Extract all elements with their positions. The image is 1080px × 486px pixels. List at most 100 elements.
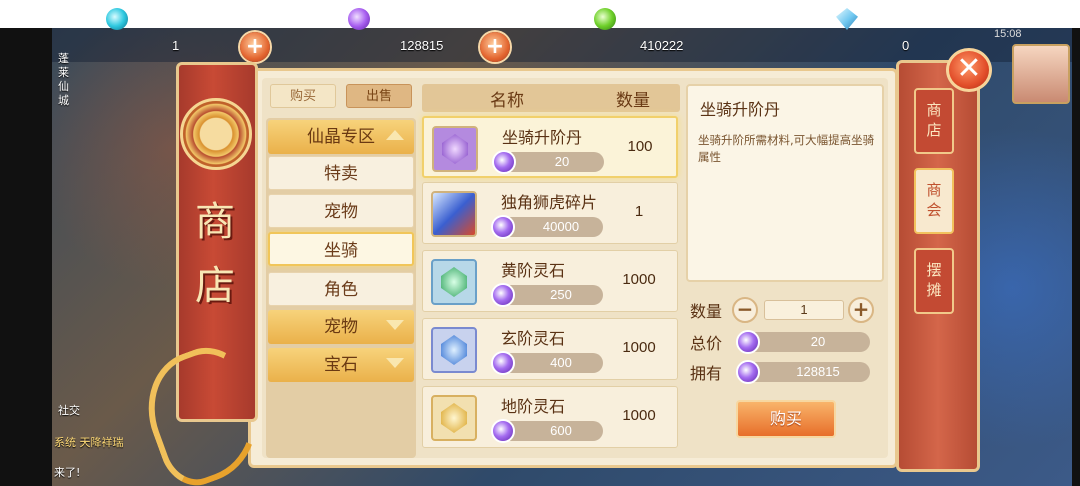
item-price: 40000 — [491, 215, 603, 239]
tab-sell[interactable]: 出售 — [346, 84, 412, 108]
item-quantity: 1000 — [622, 339, 656, 356]
purple-orb-icon — [491, 215, 515, 239]
tab-buy[interactable]: 购买 — [270, 84, 336, 108]
tab-label: 商店 — [926, 101, 942, 139]
item-name: 黄阶灵石 — [501, 261, 566, 280]
category-label: 宝石 — [324, 355, 358, 375]
purple-orb-icon — [348, 8, 370, 30]
tab-stall[interactable]: 摆摊 — [914, 248, 954, 314]
list-item[interactable]: 地阶灵石 600 1000 — [422, 386, 678, 448]
item-price-value: 40000 — [542, 219, 580, 234]
quantity-minus-button[interactable]: − — [732, 297, 758, 323]
social-button[interactable]: 社交 — [58, 402, 80, 418]
quantity-label: 数量 — [690, 302, 723, 321]
mount-pill-icon — [432, 126, 478, 172]
item-name: 坐骑升阶丹 — [502, 128, 583, 147]
currency-diamond-value: 0 — [902, 38, 910, 53]
banner-title-char: 店 — [195, 263, 235, 309]
purple-orb-icon — [491, 283, 515, 307]
green-spirit-stone-icon — [431, 259, 477, 305]
detail-title: 坐骑升阶丹 — [700, 100, 781, 119]
item-price-value: 20 — [554, 154, 570, 169]
item-price-value: 250 — [550, 287, 572, 302]
tab-chamber[interactable]: 商会 — [914, 168, 954, 234]
owned-label: 拥有 — [690, 364, 723, 383]
item-quantity: 1000 — [622, 271, 656, 288]
currency-purple-value: 128815 — [400, 38, 444, 53]
item-quantity: 1 — [634, 203, 644, 220]
blue-spirit-stone-icon — [431, 327, 477, 373]
letterbox-left — [0, 28, 52, 486]
chevron-down-icon — [386, 320, 404, 330]
item-price: 250 — [491, 283, 603, 307]
category-label: 宠物 — [324, 317, 358, 337]
currency-green-value: 410222 — [640, 38, 684, 53]
chat-line: 来了! — [54, 466, 81, 479]
owned-field: 128815 — [736, 360, 870, 384]
purple-orb-icon — [492, 150, 516, 174]
item-name: 独角狮虎碎片 — [501, 193, 598, 212]
total-price-label: 总价 — [690, 334, 723, 353]
category-group-xianjing[interactable]: 仙晶专区 — [268, 120, 414, 154]
category-group-gem[interactable]: 宝石 — [268, 348, 414, 382]
green-orb-icon — [594, 8, 616, 30]
item-detail-panel: 坐骑升阶丹 坐骑升阶所需材料,可大幅提高坐骑属性 — [686, 84, 884, 282]
item-price: 600 — [491, 419, 603, 443]
quantity-plus-button[interactable]: + — [848, 297, 874, 323]
item-quantity: 100 — [627, 138, 653, 155]
category-label: 仙晶专区 — [307, 127, 375, 147]
item-name: 玄阶灵石 — [501, 329, 566, 348]
detail-description: 坐骑升阶所需材料,可大幅提高坐骑属性 — [698, 133, 875, 164]
category-item-mount[interactable]: 坐骑 — [268, 232, 414, 266]
tab-label: 商会 — [926, 181, 942, 219]
total-price-value: 20 — [810, 334, 826, 349]
column-header-name: 名称 — [490, 91, 524, 111]
item-name: 地阶灵石 — [501, 397, 566, 416]
item-price: 20 — [492, 150, 604, 174]
item-price-value: 400 — [550, 355, 572, 370]
currency-teal-value: 1 — [172, 38, 180, 53]
add-teal-currency-button[interactable]: + — [240, 32, 270, 62]
letterbox-right — [1072, 28, 1080, 486]
purple-orb-icon — [736, 330, 760, 354]
item-price: 400 — [491, 351, 603, 375]
category-group-pet[interactable]: 宠物 — [268, 310, 414, 344]
column-header-quantity: 数量 — [616, 91, 650, 111]
chat-line: 系统 天降祥瑞 — [54, 436, 124, 449]
banner-title: 商 店 — [195, 190, 235, 318]
category-item-pet[interactable]: 宠物 — [268, 194, 414, 228]
yellow-spirit-stone-icon — [431, 395, 477, 441]
category-item-special[interactable]: 特卖 — [268, 156, 414, 190]
chevron-up-icon — [386, 130, 404, 140]
add-purple-currency-button[interactable]: + — [480, 32, 510, 62]
currency-purple — [348, 8, 370, 30]
close-button[interactable]: ✕ — [946, 48, 992, 92]
currency-bar — [52, 28, 1072, 62]
player-avatar[interactable] — [1012, 44, 1070, 104]
list-item[interactable]: 坐骑升阶丹 20 100 — [422, 116, 678, 178]
purple-orb-icon — [736, 360, 760, 384]
owned-value: 128815 — [796, 364, 840, 379]
unicorn-lion-fragment-icon — [431, 191, 477, 237]
list-item[interactable]: 独角狮虎碎片 40000 1 — [422, 182, 678, 244]
clock: 15:08 — [994, 28, 1022, 40]
total-price-field: 20 — [736, 330, 870, 354]
diamond-icon — [836, 8, 858, 30]
currency-green — [594, 8, 616, 30]
tab-shop[interactable]: 商店 — [914, 88, 954, 154]
list-item[interactable]: 玄阶灵石 400 1000 — [422, 318, 678, 380]
quantity-input[interactable]: 1 — [764, 300, 844, 320]
list-item[interactable]: 黄阶灵石 250 1000 — [422, 250, 678, 312]
buy-button[interactable]: 购买 — [736, 400, 836, 438]
tab-label: 摆摊 — [926, 261, 942, 299]
item-quantity: 1000 — [622, 407, 656, 424]
moon-emblem-icon — [180, 98, 252, 170]
chevron-down-icon — [386, 358, 404, 368]
currency-diamond — [836, 8, 858, 30]
location-label: 蓬莱仙城 — [58, 52, 69, 107]
purple-orb-icon — [491, 419, 515, 443]
category-item-role[interactable]: 角色 — [268, 272, 414, 306]
purple-orb-icon — [491, 351, 515, 375]
currency-teal — [106, 8, 128, 30]
banner-title-char: 商 — [195, 199, 235, 245]
